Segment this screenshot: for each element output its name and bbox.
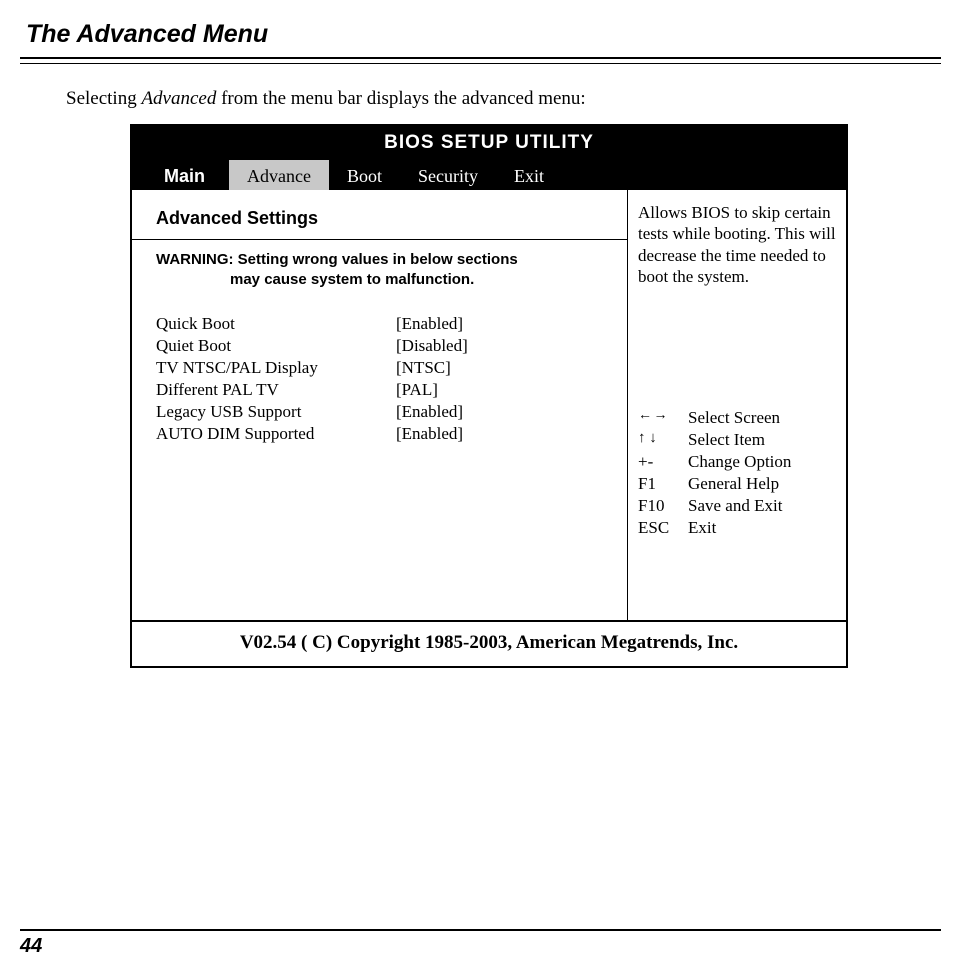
setting-value: [PAL]: [396, 379, 438, 401]
key-desc: Select Item: [688, 429, 765, 451]
key-desc: General Help: [688, 473, 779, 495]
section-title: The Advanced Menu: [20, 20, 941, 55]
key-desc: Select Screen: [688, 407, 780, 429]
page-number: 44: [20, 935, 941, 958]
setting-legacy-usb[interactable]: Legacy USB Support [Enabled]: [156, 401, 617, 423]
bios-screenshot: BIOS SETUP UTILITY Main Advance Boot Sec…: [130, 124, 848, 668]
bios-left-pane: Advanced Settings WARNING: Setting wrong…: [132, 190, 628, 620]
warning-text: WARNING: Setting wrong values in below s…: [156, 250, 617, 291]
bios-tabs: Main Advance Boot Security Exit: [132, 160, 846, 190]
bios-title: BIOS SETUP UTILITY: [132, 126, 846, 160]
advanced-settings-heading: Advanced Settings: [156, 208, 617, 229]
setting-value: [Enabled]: [396, 401, 463, 423]
setting-quick-boot[interactable]: Quick Boot [Enabled]: [156, 313, 617, 335]
tab-boot[interactable]: Boot: [329, 160, 400, 190]
tab-main[interactable]: Main: [132, 160, 229, 190]
key-save-exit: F10 Save and Exit: [638, 495, 836, 517]
warning-line-1: WARNING: Setting wrong values in below s…: [156, 251, 518, 268]
setting-label: Different PAL TV: [156, 379, 396, 401]
key-select-screen: ← → Select Screen: [638, 407, 836, 429]
setting-auto-dim[interactable]: AUTO DIM Supported [Enabled]: [156, 423, 617, 445]
setting-label: AUTO DIM Supported: [156, 423, 396, 445]
key-sym: F1: [638, 473, 688, 495]
bios-body: Advanced Settings WARNING: Setting wrong…: [132, 190, 846, 620]
help-text: Allows BIOS to skip certain tests while …: [638, 202, 836, 287]
setting-label: Legacy USB Support: [156, 401, 396, 423]
plus-minus-icon: +-: [638, 451, 688, 473]
divider: [132, 239, 627, 240]
warning-line-2: may cause system to malfunction.: [156, 270, 617, 290]
key-change-option: +- Change Option: [638, 451, 836, 473]
intro-post: from the menu bar displays the advanced …: [216, 88, 585, 109]
intro-em: Advanced: [141, 88, 216, 109]
page-footer: 44: [20, 929, 941, 958]
key-sym: F10: [638, 495, 688, 517]
setting-label: Quiet Boot: [156, 335, 396, 357]
bios-footer-copyright: V02.54 ( C) Copyright 1985-2003, America…: [132, 620, 846, 666]
key-sym: ESC: [638, 517, 688, 539]
bios-right-pane: Allows BIOS to skip certain tests while …: [628, 190, 846, 620]
setting-value: [Enabled]: [396, 423, 463, 445]
setting-value: [Enabled]: [396, 313, 463, 335]
tab-security[interactable]: Security: [400, 160, 496, 190]
setting-different-pal-tv[interactable]: Different PAL TV [PAL]: [156, 379, 617, 401]
tab-advance[interactable]: Advance: [229, 160, 329, 190]
intro-pre: Selecting: [66, 88, 141, 109]
setting-tv-ntsc-pal[interactable]: TV NTSC/PAL Display [NTSC]: [156, 357, 617, 379]
arrows-left-right-icon: ← →: [638, 407, 688, 429]
setting-label: Quick Boot: [156, 313, 396, 335]
arrows-up-down-icon: ↑ ↓: [638, 429, 688, 451]
divider: [20, 929, 941, 931]
setting-label: TV NTSC/PAL Display: [156, 357, 396, 379]
divider: [20, 63, 941, 64]
key-general-help: F1 General Help: [638, 473, 836, 495]
settings-list: Quick Boot [Enabled] Quiet Boot [Disable…: [156, 313, 617, 446]
intro-text: Selecting Advanced from the menu bar dis…: [20, 88, 941, 110]
tab-exit[interactable]: Exit: [496, 160, 562, 190]
divider: [20, 57, 941, 59]
setting-value: [Disabled]: [396, 335, 468, 357]
setting-value: [NTSC]: [396, 357, 451, 379]
key-desc: Save and Exit: [688, 495, 782, 517]
key-select-item: ↑ ↓ Select Item: [638, 429, 836, 451]
key-desc: Change Option: [688, 451, 791, 473]
setting-quiet-boot[interactable]: Quiet Boot [Disabled]: [156, 335, 617, 357]
key-legend: ← → Select Screen ↑ ↓ Select Item +- Cha…: [638, 407, 836, 540]
key-exit: ESC Exit: [638, 517, 836, 539]
key-desc: Exit: [688, 517, 716, 539]
